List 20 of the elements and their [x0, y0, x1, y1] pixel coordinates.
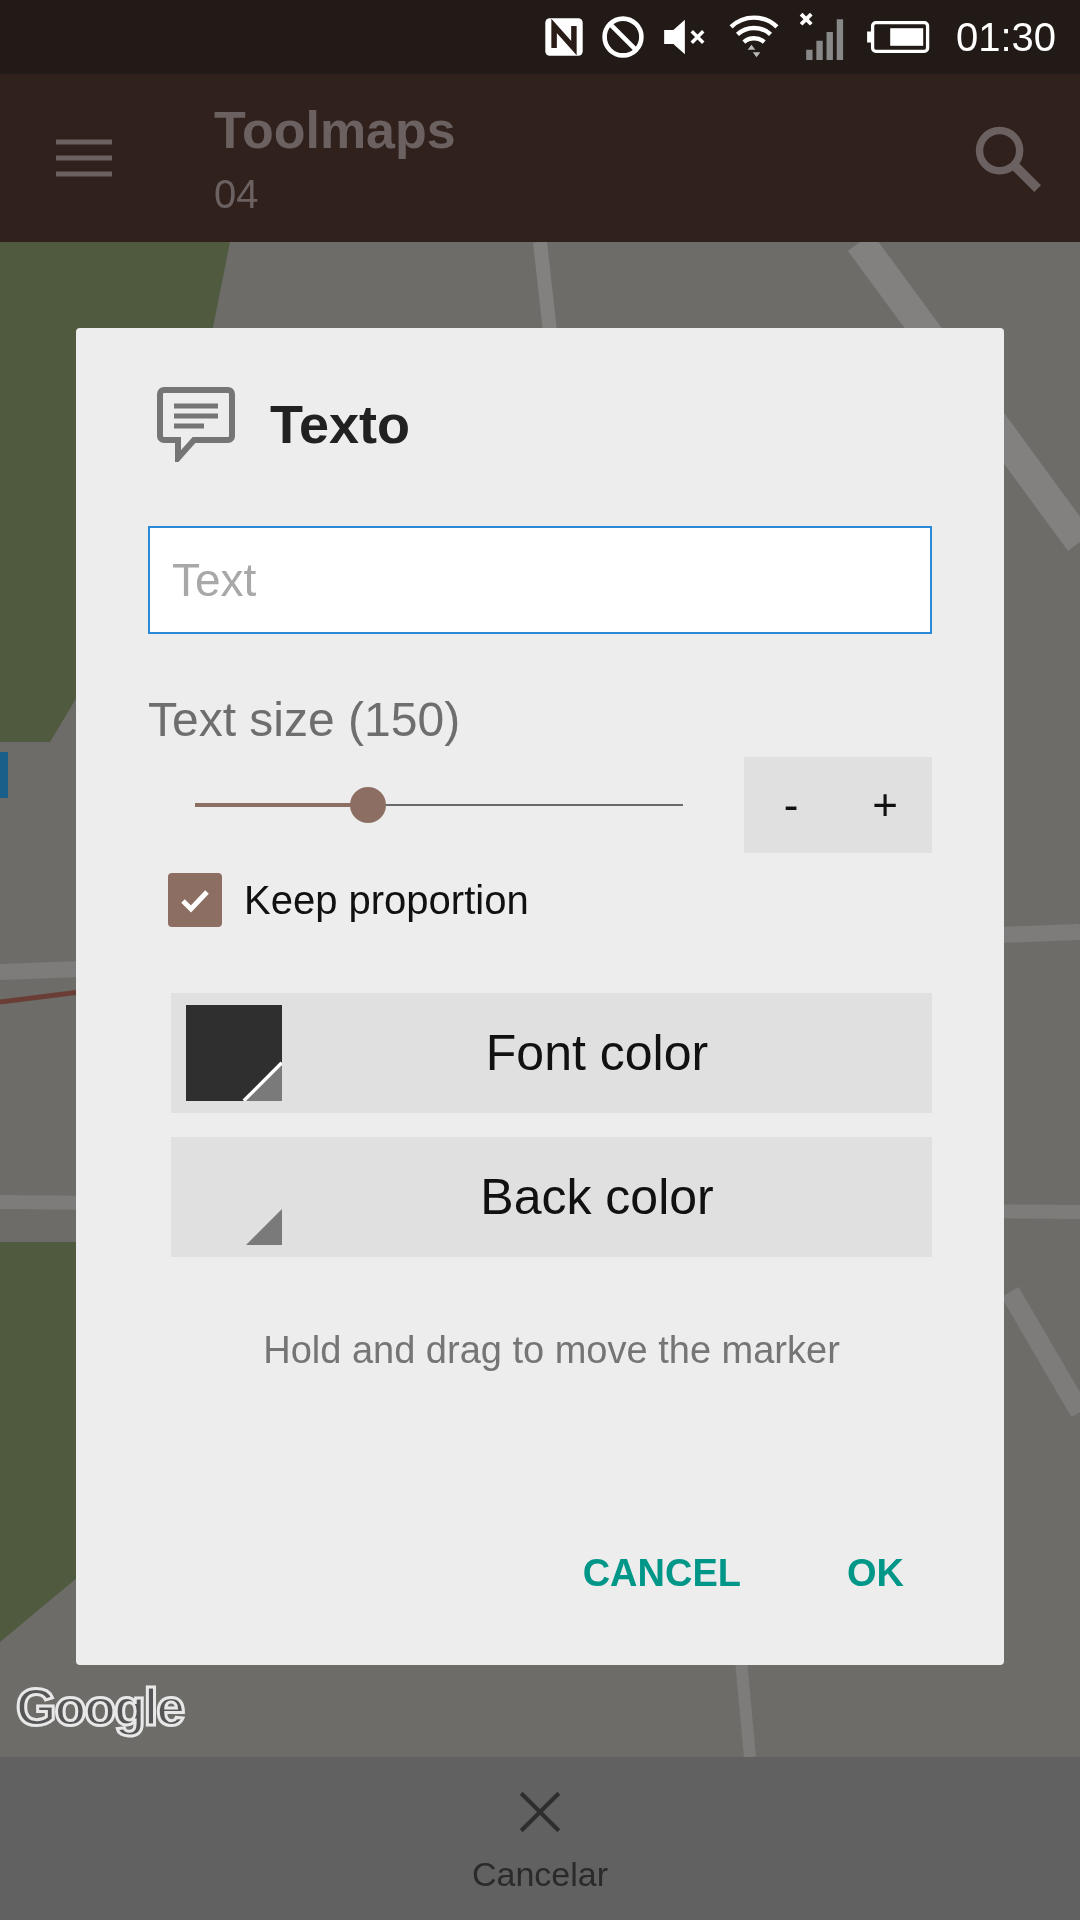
text-field[interactable]: Text [148, 526, 932, 634]
blocked-icon [599, 14, 646, 60]
battery-icon [865, 19, 932, 55]
color-swatch [246, 1209, 282, 1245]
app-title: Toolmaps [214, 99, 457, 160]
decrease-button[interactable]: - [744, 757, 838, 853]
text-size-label: Text size (150) [148, 692, 462, 747]
close-icon [517, 1789, 563, 1835]
color-button[interactable]: Font color [171, 993, 932, 1113]
checkbox-label: Keep proportion [244, 877, 529, 923]
slider-thumb[interactable] [350, 787, 387, 823]
map-attribution: Google [16, 1677, 184, 1737]
dialog-title: Texto [270, 393, 410, 455]
app-subtitle: 04 [214, 171, 260, 217]
hint-text: Hold and drag to move the marker [262, 1329, 841, 1372]
color-button[interactable]: Back color [171, 1137, 932, 1257]
checkbox[interactable] [168, 873, 222, 927]
message-icon [156, 386, 236, 462]
increase-button[interactable]: + [838, 757, 932, 853]
status-time: 01:30 [955, 14, 1056, 60]
